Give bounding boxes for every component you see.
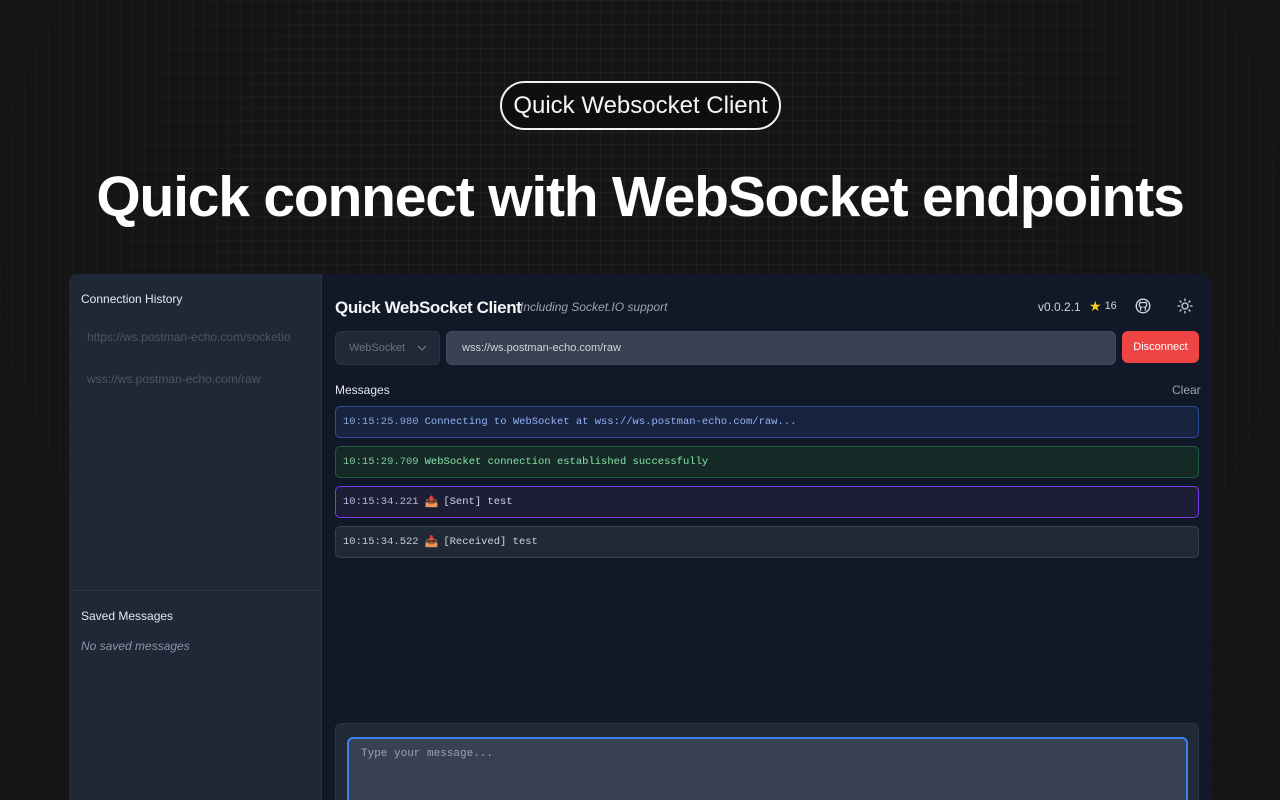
outbox-icon: 📤 (424, 497, 439, 509)
sidebar-divider (69, 590, 321, 591)
message-item-sent: 10:15:34.221 📤 [Sent] test (335, 486, 1199, 518)
github-button[interactable] (1133, 296, 1153, 316)
app-title: Quick WebSocket Client (335, 298, 522, 317)
version-label: v0.0.2.1 (1038, 300, 1081, 314)
inbox-icon: 📥 (424, 537, 439, 549)
app-subtitle: Including Socket.IO support (520, 300, 668, 314)
message-item-success: 10:15:29.709 WebSocket connection establ… (335, 446, 1199, 478)
saved-messages-title: Saved Messages (81, 609, 174, 623)
protocol-select[interactable]: WebSocket (335, 331, 440, 365)
message-text: [Received] test (443, 536, 538, 548)
message-text: [Sent] test (443, 496, 513, 508)
message-text: WebSocket connection established success… (424, 456, 709, 468)
saved-messages-empty: No saved messages (81, 639, 190, 653)
message-input[interactable] (347, 737, 1188, 800)
hero-badge: Quick Websocket Client (500, 81, 781, 130)
hero-headline: Quick connect with WebSocket endpoints (96, 165, 1184, 229)
protocol-value: WebSocket (349, 342, 406, 354)
github-icon (1135, 298, 1151, 314)
message-timestamp: 10:15:29.709 (343, 456, 419, 468)
disconnect-button[interactable]: Disconnect (1122, 331, 1199, 363)
clear-button[interactable]: Clear (1172, 383, 1201, 397)
star-icon: ★ (1089, 298, 1102, 314)
star-count: 16 (1104, 300, 1117, 312)
message-timestamp: 10:15:34.522 (343, 536, 419, 548)
history-item[interactable]: https://ws.postman-echo.com/socketio (87, 330, 290, 344)
message-text: Connecting to WebSocket at wss://ws.post… (424, 416, 797, 428)
app-window: Connection History https://ws.postman-ec… (69, 274, 1211, 800)
history-item[interactable]: wss://ws.postman-echo.com/raw (87, 372, 260, 386)
sun-icon (1177, 298, 1193, 314)
message-item-info: 10:15:25.980 Connecting to WebSocket at … (335, 406, 1199, 438)
url-input[interactable] (446, 331, 1116, 365)
message-item-received: 10:15:34.522 📥 [Received] test (335, 526, 1199, 558)
connection-history-title: Connection History (81, 292, 183, 306)
sidebar: Connection History https://ws.postman-ec… (69, 274, 322, 800)
theme-toggle-button[interactable] (1175, 296, 1195, 316)
message-timestamp: 10:15:25.980 (343, 416, 419, 428)
chevron-down-icon (417, 345, 427, 351)
message-composer (335, 723, 1199, 800)
messages-label: Messages (335, 383, 390, 397)
message-timestamp: 10:15:34.221 (343, 496, 419, 508)
github-stars[interactable]: ★ 16 (1089, 299, 1117, 313)
main-panel: Quick WebSocket Client Including Socket.… (322, 274, 1211, 800)
